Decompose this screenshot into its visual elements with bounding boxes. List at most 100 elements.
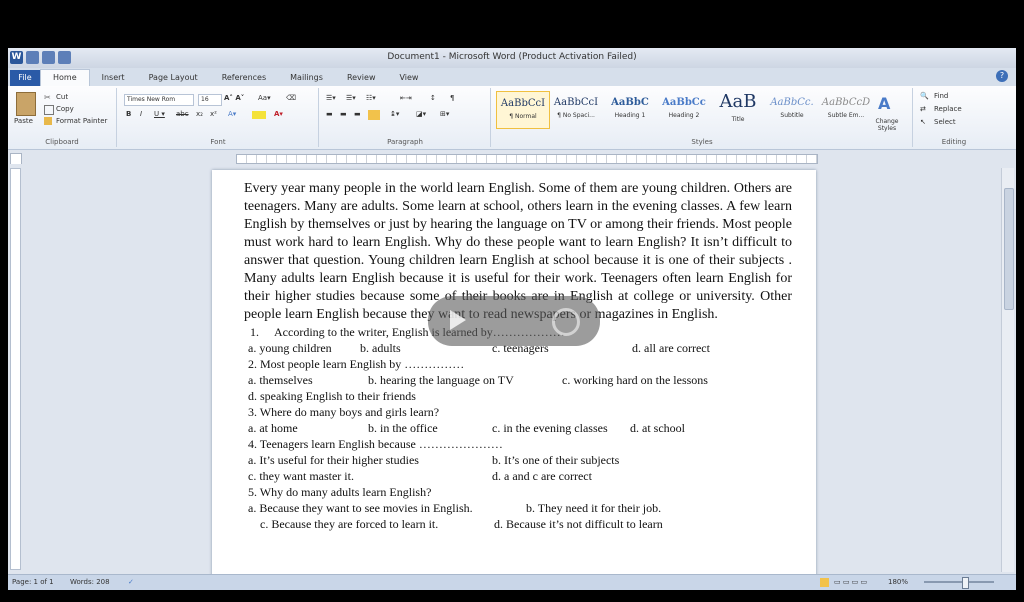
borders-icon[interactable]: ⊞▾	[440, 110, 449, 118]
change-styles-button[interactable]: Change Styles	[872, 118, 902, 132]
justify-icon[interactable]	[368, 110, 380, 120]
bullets-icon[interactable]: ☰▾	[326, 94, 336, 102]
view-buttons-icon[interactable]: ▭ ▭ ▭ ▭	[834, 578, 867, 586]
zoom-slider[interactable]	[924, 581, 994, 583]
superscript-icon[interactable]: x²	[210, 110, 217, 118]
question-3[interactable]: 3. Where do many boys and girls learn?	[244, 404, 792, 420]
style-title[interactable]: AaB Title	[712, 91, 764, 127]
font-label: Font	[210, 138, 226, 146]
tab-view[interactable]: View	[387, 70, 430, 86]
tab-home[interactable]: Home	[40, 69, 90, 86]
zoom-level[interactable]: 180%	[888, 578, 908, 586]
question-2-options[interactable]: a. themselves b. hearing the language on…	[244, 372, 792, 388]
shading-icon[interactable]: ◪▾	[416, 110, 426, 118]
style-subtle-emphasis[interactable]: AaBbCcD Subtle Em...	[820, 91, 872, 127]
tab-references[interactable]: References	[210, 70, 278, 86]
help-icon[interactable]: ?	[996, 70, 1008, 82]
find-icon[interactable]: 🔍	[920, 92, 929, 100]
tab-review[interactable]: Review	[335, 70, 388, 86]
document-text[interactable]: Every year many people in the world lear…	[244, 180, 792, 532]
format-painter-icon[interactable]	[44, 117, 52, 125]
strikethrough-icon[interactable]: abc	[176, 110, 189, 118]
style-subtitle[interactable]: AaBbCc. Subtitle	[766, 91, 818, 127]
editing-label: Editing	[941, 138, 967, 146]
cut-icon[interactable]: ✂	[44, 93, 51, 102]
find-button[interactable]: Find	[934, 92, 948, 100]
text-effects-icon[interactable]: A▾	[228, 110, 236, 118]
show-marks-icon[interactable]: ¶	[450, 94, 454, 102]
tab-file[interactable]: File	[10, 70, 40, 86]
page-count[interactable]: Page: 1 of 1	[12, 578, 54, 586]
print-layout-icon[interactable]	[820, 578, 829, 587]
align-center-icon[interactable]: ▬	[340, 110, 347, 118]
paste-icon[interactable]	[16, 92, 36, 116]
change-styles-icon[interactable]: A	[878, 94, 890, 113]
align-left-icon[interactable]: ▬	[326, 110, 333, 118]
loading-ring-icon	[552, 308, 580, 336]
replace-button[interactable]: Replace	[934, 105, 962, 113]
select-icon[interactable]: ↖	[920, 118, 926, 126]
question-5-options-ab[interactable]: a. Because they want to see movies in En…	[244, 500, 792, 516]
style-normal[interactable]: AaBbCcI ¶ Normal	[496, 91, 550, 129]
question-2[interactable]: 2. Most people learn English by ……………	[244, 356, 792, 372]
horizontal-ruler	[8, 150, 1016, 165]
option-a: a. themselves	[248, 373, 313, 387]
option-b: b. It’s one of their subjects	[492, 453, 620, 467]
numbering-icon[interactable]: ☰▾	[346, 94, 356, 102]
scrollbar-thumb[interactable]	[1004, 188, 1014, 310]
document-page[interactable]: Every year many people in the world lear…	[212, 170, 816, 580]
highlight-icon[interactable]	[252, 111, 266, 119]
style-sample: AaBbCc.	[770, 97, 814, 108]
word-count[interactable]: Words: 208	[70, 578, 110, 586]
copy-button[interactable]: Copy	[56, 105, 74, 113]
video-play-overlay[interactable]	[428, 296, 600, 346]
align-right-icon[interactable]: ▬	[354, 110, 361, 118]
option-a: a. at home	[248, 421, 298, 435]
play-icon[interactable]	[450, 310, 466, 330]
copy-icon[interactable]	[44, 105, 54, 115]
paste-button[interactable]: Paste	[14, 117, 33, 125]
question-2-option-d[interactable]: d. speaking English to their friends	[244, 388, 792, 404]
question-4[interactable]: 4. Teenagers learn English because ………………	[244, 436, 792, 452]
style-name: ¶ No Spaci...	[557, 112, 595, 119]
change-case-icon[interactable]: Aa▾	[258, 94, 271, 102]
tab-mailings[interactable]: Mailings	[278, 70, 335, 86]
format-painter-button[interactable]: Format Painter	[56, 117, 107, 125]
cut-button[interactable]: Cut	[56, 93, 68, 101]
ruler-bar[interactable]	[236, 154, 818, 164]
style-heading-2[interactable]: AaBbCc Heading 2	[658, 91, 710, 127]
font-name-select[interactable]: Times New Rom	[124, 94, 194, 106]
italic-icon[interactable]: I	[140, 110, 142, 118]
replace-icon[interactable]: ⇄	[920, 105, 926, 113]
question-3-options[interactable]: a. at home b. in the office c. in the ev…	[244, 420, 792, 436]
question-5-options-cd[interactable]: c. Because they are forced to learn it. …	[244, 516, 792, 532]
clear-formatting-icon[interactable]: ⌫	[286, 94, 296, 102]
tab-page-layout[interactable]: Page Layout	[137, 70, 210, 86]
style-no-spacing[interactable]: AaBbCcI ¶ No Spaci...	[550, 91, 602, 127]
bold-icon[interactable]: B	[126, 110, 131, 118]
line-spacing-icon[interactable]: ↨▾	[390, 110, 399, 118]
indent-icon[interactable]: ⇤⇥	[400, 94, 412, 102]
font-size-select[interactable]: 16	[198, 94, 222, 106]
question-4-options-cd[interactable]: c. they want master it. d. a and c are c…	[244, 468, 792, 484]
grow-font-icon[interactable]: A˄ A˅	[224, 94, 244, 102]
zoom-slider-knob[interactable]	[962, 577, 969, 589]
tab-insert[interactable]: Insert	[90, 70, 137, 86]
option-a: a. It’s useful for their higher studies	[248, 453, 419, 467]
option-b: b. hearing the language on TV	[368, 373, 514, 387]
underline-icon[interactable]: U ▾	[154, 110, 165, 118]
question-5[interactable]: 5. Why do many adults learn English?	[244, 484, 792, 500]
sort-icon[interactable]: ↕	[430, 94, 436, 102]
vertical-scrollbar[interactable]	[1001, 168, 1014, 572]
select-button[interactable]: Select	[934, 118, 956, 126]
proofing-icon[interactable]: ✓	[128, 578, 134, 586]
clipboard-label: Clipboard	[45, 138, 79, 146]
subscript-icon[interactable]: x₂	[196, 110, 203, 118]
style-heading-1[interactable]: AaBbC Heading 1	[604, 91, 656, 127]
font-color-icon[interactable]: A▾	[274, 110, 283, 118]
window-title: Document1 - Microsoft Word (Product Acti…	[387, 52, 637, 62]
question-4-options-ab[interactable]: a. It’s useful for their higher studies …	[244, 452, 792, 468]
multilevel-list-icon[interactable]: ☷▾	[366, 94, 376, 102]
question-text: 2. Most people learn English by ……………	[248, 357, 465, 371]
option-d: d. speaking English to their friends	[248, 389, 416, 403]
